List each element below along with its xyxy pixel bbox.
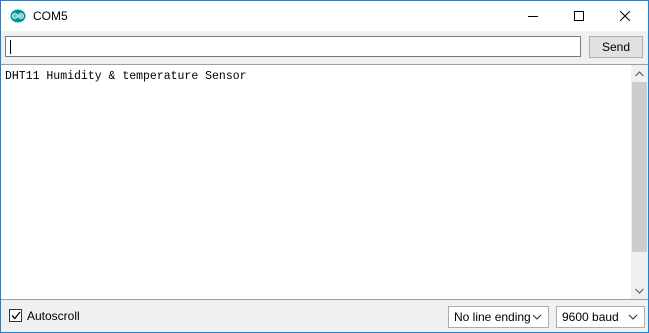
scroll-up-button[interactable]: [631, 65, 648, 82]
scroll-down-button[interactable]: [631, 282, 648, 299]
close-icon: [620, 11, 630, 21]
status-bar: Autoscroll No line ending 9600 baud: [1, 300, 648, 332]
minimize-icon: [528, 16, 538, 17]
send-bar: Send: [1, 31, 648, 64]
minimize-button[interactable]: [510, 1, 556, 31]
vertical-scrollbar[interactable]: [631, 65, 648, 299]
autoscroll-checkbox[interactable]: [9, 309, 22, 322]
chevron-down-icon: [628, 314, 638, 320]
maximize-button[interactable]: [556, 1, 602, 31]
close-button[interactable]: [602, 1, 648, 31]
autoscroll-label[interactable]: Autoscroll: [27, 309, 80, 323]
serial-monitor-window: COM5 Send DHT11 Humidity & temperature S…: [0, 0, 649, 333]
output-text: DHT11 Humidity & temperature Sensor: [5, 70, 247, 83]
baud-rate-value: 9600 baud: [562, 310, 619, 324]
baud-rate-select[interactable]: 9600 baud: [556, 306, 645, 328]
chevron-down-icon: [532, 314, 542, 320]
window-title: COM5: [33, 9, 68, 23]
line-ending-value: No line ending: [454, 310, 531, 324]
checkmark-icon: [11, 311, 21, 320]
serial-output[interactable]: DHT11 Humidity & temperature Sensor: [1, 64, 648, 300]
serial-input[interactable]: [5, 36, 581, 57]
title-bar: COM5: [1, 1, 648, 31]
chevron-down-icon: [635, 288, 644, 294]
send-button[interactable]: Send: [589, 36, 643, 58]
scroll-thumb[interactable]: [632, 82, 647, 252]
text-caret: [10, 40, 11, 54]
line-ending-select[interactable]: No line ending: [448, 306, 549, 328]
chevron-up-icon: [635, 70, 644, 76]
arduino-icon: [10, 9, 26, 23]
maximize-icon: [574, 11, 584, 21]
